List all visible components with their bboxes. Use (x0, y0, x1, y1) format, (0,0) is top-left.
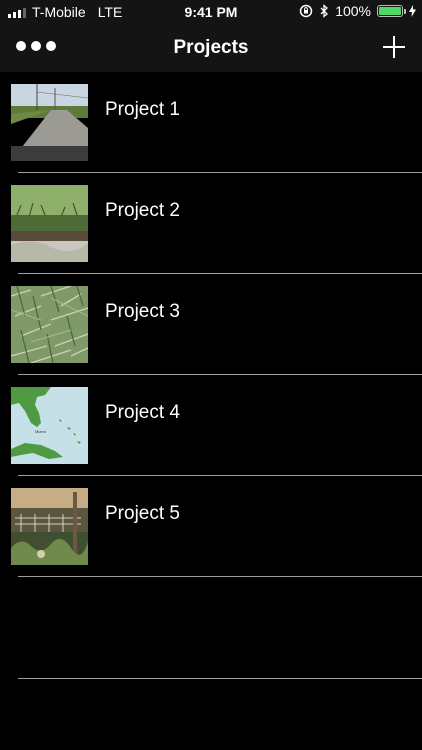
grass-closeup-thumbnail (11, 286, 88, 363)
bluetooth-icon (320, 4, 329, 18)
grass-edge-thumbnail (11, 185, 88, 262)
battery-percent: 100% (335, 3, 371, 19)
status-right: 100% (299, 3, 416, 19)
project-row-5[interactable]: Project 5 (0, 476, 422, 577)
status-bar: T-Mobile LTE 9:41 PM 100% (0, 0, 422, 24)
row-separator (18, 475, 422, 476)
row-separator (18, 678, 422, 679)
project-row-3[interactable]: Project 3 (0, 274, 422, 375)
project-label: Project 2 (105, 200, 180, 221)
navigation-bar: Projects (0, 24, 422, 72)
project-label: Project 1 (105, 99, 180, 120)
battery-icon (377, 5, 406, 17)
project-row-1[interactable]: Project 1 (0, 72, 422, 173)
row-separator (18, 374, 422, 375)
svg-text:Miami: Miami (35, 429, 46, 434)
row-separator (18, 273, 422, 274)
row-separator (18, 576, 422, 577)
road-thumbnail (11, 84, 88, 161)
project-list: Project 1 Project 2 Project 3 Miami Proj… (0, 72, 422, 679)
rotation-lock-icon (299, 4, 313, 18)
project-row-2[interactable]: Project 2 (0, 173, 422, 274)
page-title: Projects (173, 37, 249, 58)
project-label: Project 4 (105, 402, 180, 423)
add-icon[interactable] (383, 36, 405, 58)
charging-icon (409, 5, 416, 17)
florida-map-thumbnail: Miami (11, 387, 88, 464)
fence-thumbnail (11, 488, 88, 565)
row-separator (18, 172, 422, 173)
project-label: Project 3 (105, 301, 180, 322)
project-row-4[interactable]: Miami Project 4 (0, 375, 422, 476)
project-label: Project 5 (105, 503, 180, 524)
